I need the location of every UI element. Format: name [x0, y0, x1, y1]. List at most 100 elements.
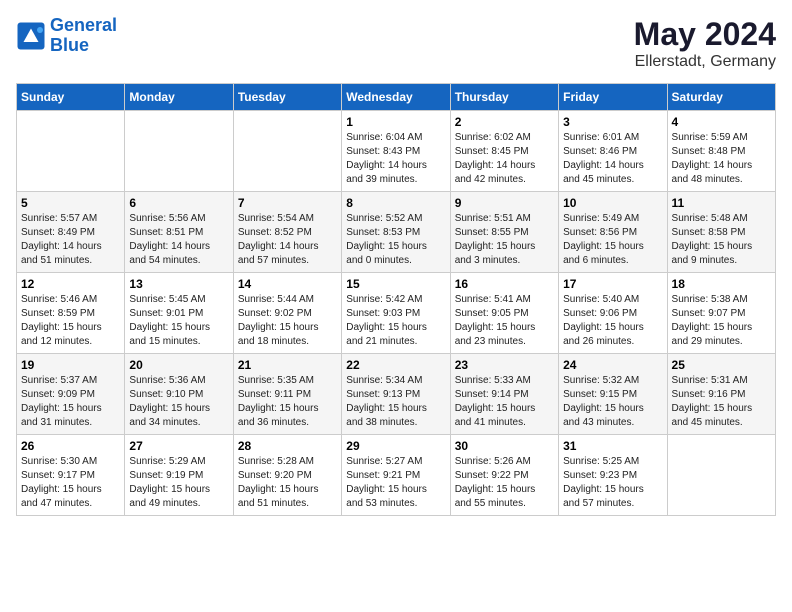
calendar-cell: 13 Sunrise: 5:45 AM Sunset: 9:01 PM Dayli… — [125, 273, 233, 354]
calendar-cell: 11 Sunrise: 5:48 AM Sunset: 8:58 PM Dayli… — [667, 192, 775, 273]
day-number: 6 — [129, 196, 228, 210]
logo-icon — [16, 21, 46, 51]
day-detail: Sunrise: 5:31 AM Sunset: 9:16 PM Dayligh… — [672, 374, 771, 430]
calendar-cell: 10 Sunrise: 5:49 AM Sunset: 8:56 PM Dayli… — [559, 192, 667, 273]
day-number: 29 — [346, 439, 445, 453]
day-number: 24 — [563, 358, 662, 372]
calendar-cell: 3Sunrise: 6:01 AM Sunset: 8:46 PM Daylig… — [559, 111, 667, 192]
calendar-cell: 24Sunrise: 5:32 AM Sunset: 9:15 PM Dayli… — [559, 354, 667, 435]
calendar-cell: 23Sunrise: 5:33 AM Sunset: 9:14 PM Dayli… — [450, 354, 558, 435]
weekday-header-friday: Friday — [559, 84, 667, 111]
weekday-header-tuesday: Tuesday — [233, 84, 341, 111]
calendar-cell: 18 Sunrise: 5:38 AM Sunset: 9:07 PM Dayli… — [667, 273, 775, 354]
day-number: 10 — [563, 196, 662, 210]
day-number: 3 — [563, 115, 662, 129]
weekday-header-monday: Monday — [125, 84, 233, 111]
calendar-cell: 7 Sunrise: 5:54 AM Sunset: 8:52 PM Daylig… — [233, 192, 341, 273]
day-number: 25 — [672, 358, 771, 372]
weekday-header-saturday: Saturday — [667, 84, 775, 111]
weekday-header-thursday: Thursday — [450, 84, 558, 111]
day-number: 1 — [346, 115, 445, 129]
calendar-cell: 17 Sunrise: 5:40 AM Sunset: 9:06 PM Dayli… — [559, 273, 667, 354]
day-detail: Sunrise: 5:45 AM Sunset: 9:01 PM Dayligh… — [129, 293, 228, 349]
day-detail: Sunrise: 5:49 AM Sunset: 8:56 PM Dayligh… — [563, 212, 662, 268]
calendar-cell: 25 Sunrise: 5:31 AM Sunset: 9:16 PM Dayli… — [667, 354, 775, 435]
day-number: 12 — [21, 277, 120, 291]
day-number: 31 — [563, 439, 662, 453]
day-detail: Sunrise: 5:42 AM Sunset: 9:03 PM Dayligh… — [346, 293, 445, 349]
calendar-cell — [233, 111, 341, 192]
calendar-header: SundayMondayTuesdayWednesdayThursdayFrid… — [17, 84, 776, 111]
day-number: 2 — [455, 115, 554, 129]
logo-line2: Blue — [50, 35, 89, 55]
calendar-cell: 15 Sunrise: 5:42 AM Sunset: 9:03 PM Dayli… — [342, 273, 450, 354]
day-detail: Sunrise: 5:38 AM Sunset: 9:07 PM Dayligh… — [672, 293, 771, 349]
day-number: 27 — [129, 439, 228, 453]
calendar-cell: 27 Sunrise: 5:29 AM Sunset: 9:19 PM Dayli… — [125, 435, 233, 516]
logo-text: General Blue — [50, 16, 117, 56]
calendar-cell: 30 Sunrise: 5:26 AM Sunset: 9:22 PM Dayli… — [450, 435, 558, 516]
calendar-cell — [125, 111, 233, 192]
weekday-header-wednesday: Wednesday — [342, 84, 450, 111]
day-detail: Sunrise: 5:46 AM Sunset: 8:59 PM Dayligh… — [21, 293, 120, 349]
day-number: 30 — [455, 439, 554, 453]
day-detail: Sunrise: 5:59 AM Sunset: 8:48 PM Dayligh… — [672, 131, 771, 187]
calendar-week-1: 1 Sunrise: 6:04 AM Sunset: 8:43 PM Daylig… — [17, 111, 776, 192]
calendar-cell: 19Sunrise: 5:37 AM Sunset: 9:09 PM Dayli… — [17, 354, 125, 435]
day-detail: Sunrise: 5:35 AM Sunset: 9:11 PM Dayligh… — [238, 374, 337, 430]
day-number: 5 — [21, 196, 120, 210]
calendar-week-4: 19Sunrise: 5:37 AM Sunset: 9:09 PM Dayli… — [17, 354, 776, 435]
day-number: 4 — [672, 115, 771, 129]
calendar-cell — [667, 435, 775, 516]
day-detail: Sunrise: 5:29 AM Sunset: 9:19 PM Dayligh… — [129, 455, 228, 511]
day-number: 15 — [346, 277, 445, 291]
calendar-cell: 31 Sunrise: 5:25 AM Sunset: 9:23 PM Dayli… — [559, 435, 667, 516]
day-detail: Sunrise: 5:25 AM Sunset: 9:23 PM Dayligh… — [563, 455, 662, 511]
day-detail: Sunrise: 5:27 AM Sunset: 9:21 PM Dayligh… — [346, 455, 445, 511]
day-detail: Sunrise: 5:26 AM Sunset: 9:22 PM Dayligh… — [455, 455, 554, 511]
day-detail: Sunrise: 5:48 AM Sunset: 8:58 PM Dayligh… — [672, 212, 771, 268]
calendar-body: 1 Sunrise: 6:04 AM Sunset: 8:43 PM Daylig… — [17, 111, 776, 516]
calendar-week-2: 5 Sunrise: 5:57 AM Sunset: 8:49 PM Daylig… — [17, 192, 776, 273]
day-number: 28 — [238, 439, 337, 453]
day-detail: Sunrise: 5:40 AM Sunset: 9:06 PM Dayligh… — [563, 293, 662, 349]
day-number: 19 — [21, 358, 120, 372]
calendar-cell: 2 Sunrise: 6:02 AM Sunset: 8:45 PM Daylig… — [450, 111, 558, 192]
day-number: 22 — [346, 358, 445, 372]
calendar-cell: 12 Sunrise: 5:46 AM Sunset: 8:59 PM Dayli… — [17, 273, 125, 354]
day-detail: Sunrise: 5:51 AM Sunset: 8:55 PM Dayligh… — [455, 212, 554, 268]
day-number: 9 — [455, 196, 554, 210]
calendar-cell: 4 Sunrise: 5:59 AM Sunset: 8:48 PM Daylig… — [667, 111, 775, 192]
day-number: 7 — [238, 196, 337, 210]
calendar-cell: 1 Sunrise: 6:04 AM Sunset: 8:43 PM Daylig… — [342, 111, 450, 192]
weekday-header-sunday: Sunday — [17, 84, 125, 111]
day-number: 17 — [563, 277, 662, 291]
title-block: May 2024 Ellerstadt, Germany — [634, 16, 776, 71]
calendar-cell — [17, 111, 125, 192]
location-subtitle: Ellerstadt, Germany — [634, 53, 776, 71]
calendar-cell: 26Sunrise: 5:30 AM Sunset: 9:17 PM Dayli… — [17, 435, 125, 516]
day-number: 21 — [238, 358, 337, 372]
calendar-table: SundayMondayTuesdayWednesdayThursdayFrid… — [16, 83, 776, 516]
day-number: 8 — [346, 196, 445, 210]
day-number: 18 — [672, 277, 771, 291]
calendar-cell: 8Sunrise: 5:52 AM Sunset: 8:53 PM Daylig… — [342, 192, 450, 273]
day-detail: Sunrise: 5:57 AM Sunset: 8:49 PM Dayligh… — [21, 212, 120, 268]
day-detail: Sunrise: 6:04 AM Sunset: 8:43 PM Dayligh… — [346, 131, 445, 187]
calendar-cell: 6Sunrise: 5:56 AM Sunset: 8:51 PM Daylig… — [125, 192, 233, 273]
calendar-cell: 9 Sunrise: 5:51 AM Sunset: 8:55 PM Daylig… — [450, 192, 558, 273]
day-detail: Sunrise: 5:44 AM Sunset: 9:02 PM Dayligh… — [238, 293, 337, 349]
day-number: 20 — [129, 358, 228, 372]
day-detail: Sunrise: 5:54 AM Sunset: 8:52 PM Dayligh… — [238, 212, 337, 268]
weekday-header-row: SundayMondayTuesdayWednesdayThursdayFrid… — [17, 84, 776, 111]
day-detail: Sunrise: 6:02 AM Sunset: 8:45 PM Dayligh… — [455, 131, 554, 187]
day-detail: Sunrise: 5:33 AM Sunset: 9:14 PM Dayligh… — [455, 374, 554, 430]
day-detail: Sunrise: 5:34 AM Sunset: 9:13 PM Dayligh… — [346, 374, 445, 430]
calendar-week-5: 26Sunrise: 5:30 AM Sunset: 9:17 PM Dayli… — [17, 435, 776, 516]
day-number: 11 — [672, 196, 771, 210]
day-number: 14 — [238, 277, 337, 291]
page-header: General Blue May 2024 Ellerstadt, German… — [16, 16, 776, 71]
calendar-cell: 16Sunrise: 5:41 AM Sunset: 9:05 PM Dayli… — [450, 273, 558, 354]
month-title: May 2024 — [634, 16, 776, 53]
day-number: 13 — [129, 277, 228, 291]
